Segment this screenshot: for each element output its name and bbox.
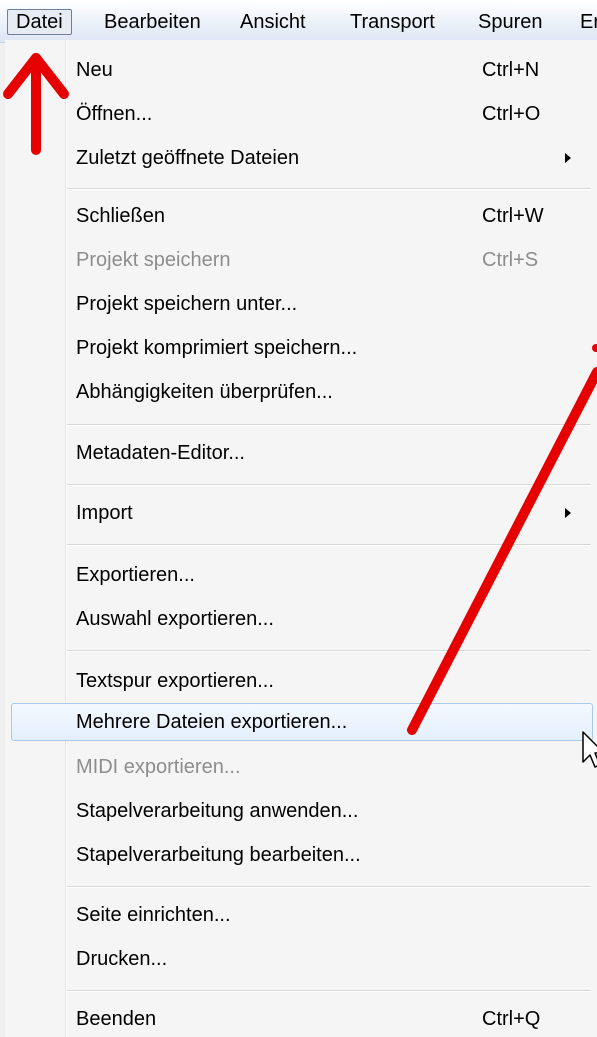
menu-item-label: Stapelverarbeitung bearbeiten... <box>76 844 361 866</box>
menu-item-label: Import <box>76 502 133 524</box>
menu-separator <box>67 886 591 888</box>
menu-separator <box>67 544 591 546</box>
submenu-arrow-icon <box>565 153 571 163</box>
menu-item-projekt-speichern-unter[interactable]: Projekt speichern unter... <box>5 286 597 322</box>
menu-item-label: Neu <box>76 59 113 81</box>
menu-spuren[interactable]: Spuren <box>470 9 551 35</box>
menu-separator <box>67 484 591 486</box>
menu-item-metadaten-editor[interactable]: Metadaten-Editor... <box>5 435 597 471</box>
menu-item-stapelverarbeitung-bearbeiten[interactable]: Stapelverarbeitung bearbeiten... <box>5 837 597 873</box>
menu-item-shortcut: Ctrl+W <box>482 205 544 227</box>
menu-separator <box>67 650 591 652</box>
menu-item-stapelverarbeitung-anwenden[interactable]: Stapelverarbeitung anwenden... <box>5 793 597 829</box>
menu-item-schliessen[interactable]: Schließen Ctrl+W <box>5 198 597 234</box>
menu-item-beenden[interactable]: Beenden Ctrl+Q <box>5 1001 597 1037</box>
menu-item-shortcut: Ctrl+O <box>482 103 541 125</box>
menu-item-label: Exportieren... <box>76 564 195 586</box>
menu-item-shortcut: Ctrl+S <box>482 249 539 271</box>
menu-item-auswahl-exportieren[interactable]: Auswahl exportieren... <box>5 601 597 637</box>
menu-item-label: Projekt speichern unter... <box>76 293 298 315</box>
menu-separator <box>67 424 591 426</box>
menu-datei[interactable]: Datei <box>7 9 72 35</box>
menu-separator <box>67 990 591 992</box>
menu-item-label: Projekt speichern <box>76 249 231 271</box>
menu-item-label: Auswahl exportieren... <box>76 608 274 630</box>
menu-item-mehrere-dateien-exportieren[interactable]: Mehrere Dateien exportieren... <box>5 703 597 741</box>
menu-truncated[interactable]: Er <box>572 9 597 35</box>
menu-item-label: Stapelverarbeitung anwenden... <box>76 800 359 822</box>
menu-item-projekt-speichern: Projekt speichern Ctrl+S <box>5 242 597 278</box>
menu-item-shortcut: Ctrl+N <box>482 59 540 81</box>
menu-separator <box>67 188 591 190</box>
menu-item-label: Abhängigkeiten überprüfen... <box>76 381 333 403</box>
menu-item-label: Metadaten-Editor... <box>76 442 245 464</box>
menu-item-abhaengigkeiten[interactable]: Abhängigkeiten überprüfen... <box>5 374 597 410</box>
menu-item-label: Drucken... <box>76 948 168 970</box>
menu-bearbeiten[interactable]: Bearbeiten <box>96 9 209 35</box>
menu-item-zuletzt-geoeffnet[interactable]: Zuletzt geöffnete Dateien <box>5 140 597 176</box>
menu-item-label: Öffnen... <box>76 103 153 125</box>
menu-item-label: Zuletzt geöffnete Dateien <box>76 147 300 169</box>
menu-item-import[interactable]: Import <box>5 495 597 531</box>
menu-item-label: Textspur exportieren... <box>76 670 274 692</box>
menu-item-midi-exportieren: MIDI exportieren... <box>5 749 597 785</box>
menu-item-seite-einrichten[interactable]: Seite einrichten... <box>5 897 597 933</box>
menu-item-oeffnen[interactable]: Öffnen... Ctrl+O <box>5 96 597 132</box>
menu-item-label: Seite einrichten... <box>76 904 231 926</box>
menu-item-label: Projekt komprimiert speichern... <box>76 337 358 359</box>
menu-item-drucken[interactable]: Drucken... <box>5 941 597 977</box>
menu-item-label: Beenden <box>76 1008 157 1030</box>
menu-transport[interactable]: Transport <box>342 9 443 35</box>
menu-ansicht[interactable]: Ansicht <box>232 9 314 35</box>
menu-item-exportieren[interactable]: Exportieren... <box>5 557 597 593</box>
menu-item-neu[interactable]: Neu Ctrl+N <box>5 52 597 88</box>
menu-item-shortcut: Ctrl+Q <box>482 1008 541 1030</box>
submenu-arrow-icon <box>565 508 571 518</box>
menu-item-projekt-komprimiert[interactable]: Projekt komprimiert speichern... <box>5 330 597 366</box>
menu-item-label: MIDI exportieren... <box>76 756 241 778</box>
menu-item-textspur-exportieren[interactable]: Textspur exportieren... <box>5 663 597 699</box>
menu-bar: Datei Bearbeiten Ansicht Transport Spure… <box>0 0 597 43</box>
menu-item-label: Mehrere Dateien exportieren... <box>76 711 348 733</box>
menu-item-label: Schließen <box>76 205 165 227</box>
datei-dropdown-menu: Neu Ctrl+N Öffnen... Ctrl+O Zuletzt geöf… <box>5 40 597 1037</box>
